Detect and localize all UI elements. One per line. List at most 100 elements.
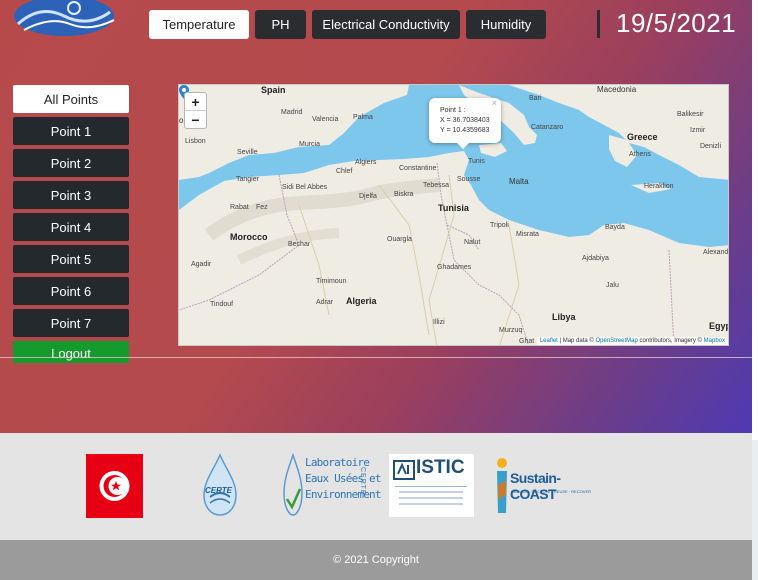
- map-label: Madrid: [281, 109, 303, 116]
- map-label: Chlef: [336, 168, 353, 175]
- tunisia-flag-icon: [86, 454, 143, 518]
- tab-ph[interactable]: PH: [255, 10, 306, 39]
- map-label: Jalu: [606, 282, 619, 289]
- popup-tip: [457, 143, 469, 149]
- map-view[interactable]: + − × Point 1 : X = 36.7038403 Y = 10.43…: [178, 84, 729, 346]
- istic-text: ISTIC: [416, 457, 465, 478]
- popup-x: X = 36.7038403: [440, 117, 490, 124]
- map-label: Rabat: [230, 204, 249, 211]
- tab-humidity[interactable]: Humidity: [466, 10, 546, 39]
- parameter-tabs: Temperature PH Electrical Conductivity H…: [149, 10, 546, 39]
- logout-button[interactable]: Logout: [13, 341, 129, 363]
- current-date: 19/5/2021: [616, 8, 737, 38]
- leaflet-link[interactable]: Leaflet: [540, 338, 558, 344]
- attribution-text: | Map data ©: [557, 338, 596, 344]
- map-label: Murzuq: [499, 327, 523, 334]
- sidebar-item-point-2[interactable]: Point 2: [13, 149, 129, 177]
- lab-side-text: CERTE: [359, 467, 366, 496]
- istic-logo: ISTIC: [389, 454, 474, 517]
- points-sidebar: All Points Point 1 Point 2 Point 3 Point…: [13, 85, 129, 367]
- map-label: Seville: [237, 149, 258, 156]
- map-label: Tunis: [468, 158, 485, 165]
- map-label: Constantine: [399, 165, 437, 172]
- tab-electrical-conductivity[interactable]: Electrical Conductivity: [312, 10, 460, 39]
- map-label: Djelfa: [359, 193, 377, 200]
- map-label: Ouargla: [387, 236, 412, 243]
- map-label: Alexand: [703, 249, 729, 256]
- lab-line-2: Eaux Usées et: [305, 472, 382, 485]
- app-root: Temperature PH Electrical Conductivity H…: [0, 0, 752, 580]
- map-label: Macedonia: [597, 85, 637, 94]
- map-label: Lisbon: [185, 138, 206, 145]
- map-label: Palma: [353, 114, 373, 121]
- map-label: Egyp: [709, 321, 729, 331]
- map-label: Biskra: [394, 191, 414, 198]
- map-label: Morocco: [230, 232, 268, 242]
- map-label: Heraklion: [644, 183, 674, 190]
- sidebar-item-point-5[interactable]: Point 5: [13, 245, 129, 273]
- zoom-in-button[interactable]: +: [185, 93, 206, 111]
- mapbox-link[interactable]: Mapbox: [704, 338, 725, 344]
- map-label: Ghat: [519, 338, 535, 345]
- popup-close-icon[interactable]: ×: [492, 98, 497, 108]
- sidebar-item-point-7[interactable]: Point 7: [13, 309, 129, 337]
- lab-line-1: Laboratoire: [305, 456, 370, 469]
- map-label: Sousse: [457, 176, 481, 183]
- map-label: Tripoli: [490, 222, 509, 229]
- map-label: Malta: [509, 177, 529, 186]
- lab-line-3: Environnement: [305, 488, 382, 501]
- istic-emblem-icon: [393, 460, 415, 480]
- popup-y: Y = 10.4359683: [440, 127, 490, 134]
- point-popup: × Point 1 : X = 36.7038403 Y = 10.435968…: [429, 98, 501, 149]
- osm-link[interactable]: OpenStreetMap: [596, 338, 638, 344]
- map-label: Agadir: [191, 261, 212, 268]
- istic-rule: [399, 491, 463, 493]
- sustain-coast-logo: Sustain-COAST REDUCE · RECYCLE · REUSE ·…: [494, 455, 591, 517]
- istic-rule: [399, 497, 463, 499]
- map-label: Tebessa: [423, 182, 450, 189]
- zoom-control: + −: [184, 92, 207, 129]
- map-label: Catanzaro: [531, 124, 564, 131]
- map-label: Ajdabiya: [582, 255, 609, 262]
- map-label: Murcia: [299, 141, 321, 148]
- map-label: Valencia: [312, 116, 339, 123]
- map-label: Fez: [256, 204, 268, 211]
- map-label: Izmir: [690, 127, 706, 134]
- map-label: Athens: [629, 151, 651, 158]
- map-label: Bari: [529, 95, 542, 102]
- sidebar-item-point-6[interactable]: Point 6: [13, 277, 129, 305]
- attribution-text: contributors, Imagery ©: [637, 338, 704, 344]
- copyright-text: © 2021 Copyright: [333, 554, 419, 566]
- partners-footer: CERTE Laboratoire Eaux Usées et Environn…: [0, 433, 752, 540]
- sidebar-item-point-3[interactable]: Point 3: [13, 181, 129, 209]
- map-label: Tunisia: [438, 203, 469, 213]
- map-label: Bayda: [605, 224, 625, 231]
- map-label: Balikesir: [677, 111, 704, 118]
- map-label: Spain: [261, 85, 286, 95]
- istic-rule: [395, 486, 467, 487]
- map-label: Timimoun: [316, 278, 347, 285]
- laboratoire-logo: Laboratoire Eaux Usées et Environnement …: [283, 453, 382, 519]
- zoom-out-button[interactable]: −: [185, 111, 206, 128]
- map-label: Algiers: [355, 159, 377, 166]
- brand-logo: [14, 0, 115, 36]
- sustain-title: Sustain-COAST: [510, 470, 561, 502]
- sidebar-item-point-1[interactable]: Point 1: [13, 117, 129, 145]
- map-label: Tangier: [236, 176, 259, 183]
- date-divider: [597, 10, 600, 38]
- copyright-bar: © 2021 Copyright: [0, 540, 752, 580]
- map-label: Adrar: [316, 299, 334, 306]
- map-label: Ghadames: [437, 264, 472, 271]
- map-label: Algeria: [346, 296, 377, 306]
- sidebar-item-all-points[interactable]: All Points: [13, 85, 129, 113]
- map-label: Illizi: [433, 319, 445, 326]
- sustain-subtitle: REDUCE · RECYCLE · REUSE · RECOVER: [511, 489, 592, 494]
- page-edge: [752, 440, 758, 580]
- sidebar-item-point-4[interactable]: Point 4: [13, 213, 129, 241]
- certe-logo: CERTE: [200, 453, 240, 519]
- map-attribution: Leaflet | Map data © OpenStreetMap contr…: [536, 337, 728, 345]
- map-label: Bechar: [288, 241, 311, 248]
- map-label: Tindouf: [210, 301, 234, 308]
- map-label: Nalut: [464, 239, 481, 246]
- tab-temperature[interactable]: Temperature: [149, 10, 249, 39]
